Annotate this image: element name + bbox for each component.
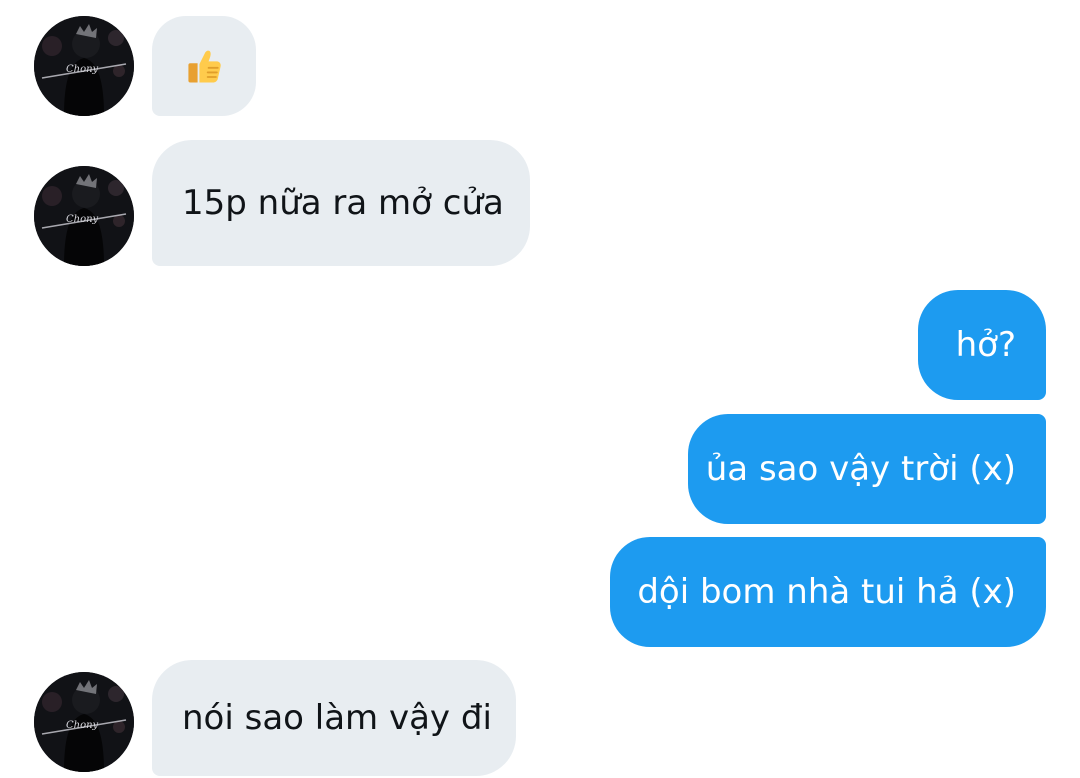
message-text: 15p nữa ra mở cửa — [182, 182, 504, 223]
contact-photo: Chony — [34, 672, 134, 772]
message-bubble-incoming[interactable]: 15p nữa ra mở cửa — [152, 140, 530, 266]
message-text: ủa sao vậy trời (x) — [705, 448, 1016, 489]
avatar[interactable]: Chony — [34, 672, 134, 772]
svg-text:Chony: Chony — [66, 720, 99, 731]
contact-photo: Chony — [34, 166, 134, 266]
message-bubble-outgoing[interactable]: hở? — [918, 290, 1046, 400]
thumbs-up-icon — [188, 50, 221, 83]
avatar[interactable]: Chony — [34, 166, 134, 266]
message-text: nói sao làm vậy đi — [182, 697, 492, 738]
svg-text:Chony: Chony — [66, 64, 99, 75]
message-text: hở? — [955, 324, 1016, 365]
message-text: dội bom nhà tui hả (x) — [637, 571, 1016, 612]
message-bubble-outgoing[interactable]: ủa sao vậy trời (x) — [688, 414, 1046, 524]
svg-text:Chony: Chony — [66, 214, 99, 225]
avatar[interactable]: Chony — [34, 16, 134, 116]
message-bubble-incoming[interactable] — [152, 16, 256, 116]
chat-conversation: Chony Chony 15p nữa ra mở cửa hở? ủa sao… — [0, 0, 1080, 778]
message-bubble-incoming[interactable]: nói sao làm vậy đi — [152, 660, 516, 776]
contact-photo: Chony — [34, 16, 134, 116]
message-bubble-outgoing[interactable]: dội bom nhà tui hả (x) — [610, 537, 1046, 647]
